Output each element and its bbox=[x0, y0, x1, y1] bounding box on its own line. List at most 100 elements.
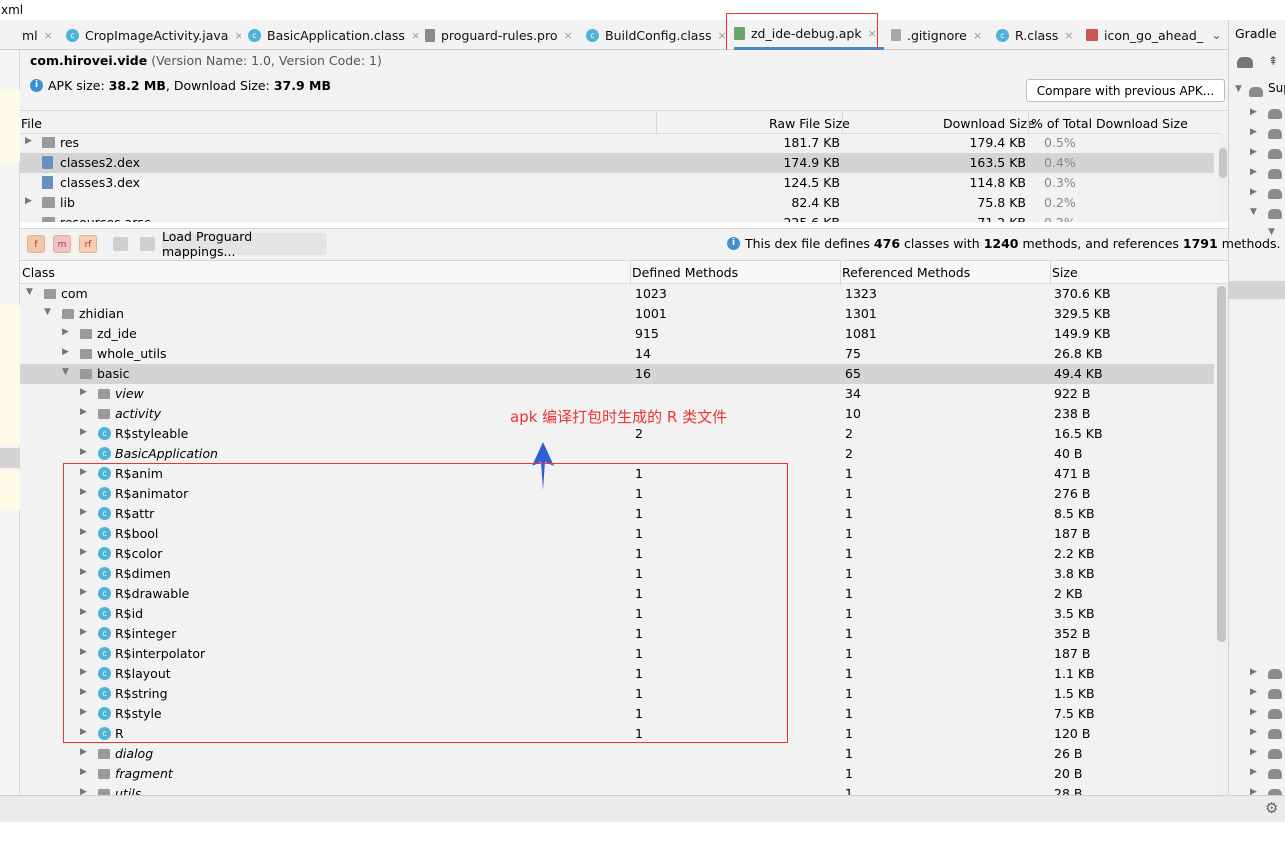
tab-gitignore[interactable]: .gitignore × bbox=[891, 20, 991, 50]
version-info: (Version Name: 1.0, Version Code: 1) bbox=[151, 53, 382, 68]
expand-arrow-icon[interactable]: ▶ bbox=[1250, 707, 1257, 717]
expand-arrow-icon[interactable]: ▶ bbox=[1250, 767, 1257, 777]
file-table-scroll-thumb[interactable] bbox=[1219, 148, 1227, 178]
close-icon[interactable]: × bbox=[44, 29, 53, 42]
expand-arrow-icon[interactable]: ▶ bbox=[62, 327, 69, 337]
expand-arrow-icon[interactable]: ▶ bbox=[80, 747, 87, 757]
collapse-arrow-icon[interactable]: ▼ bbox=[1235, 84, 1242, 94]
class-size: 922 B bbox=[1054, 386, 1091, 401]
file-row[interactable]: ▶ res 181.7 KB 179.4 KB 0.5% bbox=[20, 133, 1214, 153]
class-row[interactable]: ▶ zd_ide 915 1081 149.9 KB bbox=[20, 324, 1214, 344]
tab-r-class[interactable]: c R.class × bbox=[996, 20, 1081, 50]
class-row[interactable]: ▼ zhidian 1001 1301 329.5 KB bbox=[20, 304, 1214, 324]
close-icon[interactable]: × bbox=[1064, 29, 1073, 42]
file-row[interactable]: classes2.dex 174.9 KB 163.5 KB 0.4% bbox=[20, 153, 1214, 173]
column-header-size[interactable]: Size bbox=[1052, 265, 1078, 280]
expand-arrow-icon[interactable]: ▶ bbox=[1250, 187, 1257, 197]
class-row[interactable]: ▼ basic 16 65 49.4 KB bbox=[20, 364, 1214, 384]
close-icon[interactable]: × bbox=[564, 29, 573, 42]
gradle-panel-title[interactable]: Gradle bbox=[1235, 26, 1277, 41]
collapse-arrow-icon[interactable]: ▼ bbox=[62, 367, 69, 377]
gradle-collapse-icon[interactable]: ⇞ bbox=[1268, 54, 1278, 68]
tab-buildconfig-class[interactable]: c BuildConfig.class × bbox=[586, 20, 726, 50]
column-header-raw-size[interactable]: Raw File Size bbox=[769, 116, 850, 131]
file-row[interactable]: resources.arsc 225.6 KB 71.2 KB 0.2% bbox=[20, 213, 1214, 222]
column-header-referenced-methods[interactable]: Referenced Methods bbox=[842, 265, 970, 280]
class-name: utils bbox=[115, 786, 142, 795]
expand-arrow-icon[interactable]: ▶ bbox=[1250, 727, 1257, 737]
class-ref: 1 bbox=[845, 726, 853, 741]
column-header-percent[interactable]: % of Total Download Size bbox=[1031, 116, 1188, 131]
gear-icon[interactable]: ⚙ bbox=[1265, 799, 1278, 817]
class-row[interactable]: ▶ c BasicApplication 2 40 B bbox=[20, 444, 1214, 464]
class-row[interactable]: ▼ com 1023 1323 370.6 KB bbox=[20, 284, 1214, 304]
class-row[interactable]: ▶ dialog 1 26 B bbox=[20, 744, 1214, 764]
file-pct: 0.3% bbox=[1044, 175, 1076, 190]
tab-ml[interactable]: ml × bbox=[22, 20, 62, 50]
close-icon[interactable]: × bbox=[411, 29, 418, 42]
status-bar bbox=[0, 795, 1285, 822]
class-size: 471 B bbox=[1054, 466, 1091, 481]
class-ref: 1 bbox=[845, 466, 853, 481]
class-size: 2 KB bbox=[1054, 586, 1083, 601]
show-fields-button[interactable]: f bbox=[27, 235, 45, 253]
column-header-file[interactable]: File bbox=[21, 116, 42, 131]
class-row[interactable]: ▶ c R$styleable 2 2 16.5 KB bbox=[20, 424, 1214, 444]
dex-refs-suffix: methods. bbox=[1221, 236, 1281, 251]
collapse-arrow-icon[interactable]: ▼ bbox=[44, 307, 51, 317]
file-name: lib bbox=[60, 195, 75, 210]
column-header-download-size[interactable]: Download Size bbox=[943, 116, 1035, 131]
class-ref: 1 bbox=[845, 526, 853, 541]
expand-arrow-icon[interactable]: ▶ bbox=[80, 447, 87, 457]
expand-arrow-icon[interactable]: ▶ bbox=[1250, 107, 1257, 117]
gradle-toolbar-elephant-icon[interactable] bbox=[1237, 57, 1253, 68]
close-icon[interactable]: × bbox=[234, 29, 241, 42]
tab-proguard-rules-pro[interactable]: proguard-rules.pro × bbox=[425, 20, 580, 50]
expand-arrow-icon[interactable]: ▶ bbox=[1250, 747, 1257, 757]
expand-arrow-icon[interactable]: ▶ bbox=[1250, 127, 1257, 137]
column-header-class[interactable]: Class bbox=[22, 265, 55, 280]
class-size: 276 B bbox=[1054, 486, 1091, 501]
column-header-defined-methods[interactable]: Defined Methods bbox=[632, 265, 738, 280]
expand-arrow-icon[interactable]: ▶ bbox=[1250, 687, 1257, 697]
load-proguard-mappings-button[interactable]: Load Proguard mappings... bbox=[162, 229, 327, 259]
expand-arrow-icon[interactable]: ▶ bbox=[1250, 167, 1257, 177]
expand-arrow-icon[interactable]: ▶ bbox=[1250, 667, 1257, 677]
tab-cropimageactivity-java[interactable]: c CropImageActivity.java × bbox=[66, 20, 241, 50]
expand-arrow-icon[interactable]: ▶ bbox=[80, 787, 87, 795]
tree-structure-icon[interactable] bbox=[113, 237, 128, 251]
size-separator: , bbox=[165, 78, 170, 93]
expand-arrow-icon[interactable]: ▶ bbox=[62, 347, 69, 357]
expand-arrow-icon[interactable]: ▶ bbox=[80, 387, 87, 397]
expand-arrow-icon[interactable]: ▶ bbox=[25, 136, 32, 146]
package-view-icon[interactable] bbox=[140, 237, 155, 251]
show-referenced-button[interactable]: rf bbox=[79, 235, 97, 253]
close-icon[interactable]: × bbox=[973, 29, 982, 42]
class-def: 14 bbox=[635, 346, 651, 361]
show-methods-button[interactable]: m bbox=[53, 235, 71, 253]
expand-arrow-icon[interactable]: ▶ bbox=[80, 767, 87, 777]
collapse-arrow-icon[interactable]: ▼ bbox=[26, 287, 33, 297]
gradle-module-icon bbox=[1268, 709, 1282, 719]
class-row[interactable]: ▶ utils 1 28 B bbox=[20, 784, 1214, 795]
class-row[interactable]: ▶ whole_utils 14 75 26.8 KB bbox=[20, 344, 1214, 364]
expand-arrow-icon[interactable]: ▶ bbox=[25, 196, 32, 206]
tab-icon-go-ahead-b[interactable]: icon_go_ahead_b bbox=[1086, 20, 1204, 50]
close-icon[interactable]: × bbox=[718, 29, 727, 42]
expand-arrow-icon[interactable]: ▶ bbox=[1250, 147, 1257, 157]
file-download: 163.5 KB bbox=[969, 155, 1026, 170]
tab-overflow-chevron-icon[interactable]: ⌄ bbox=[1205, 20, 1228, 50]
class-row[interactable]: ▶ fragment 1 20 B bbox=[20, 764, 1214, 784]
expand-arrow-icon[interactable]: ▶ bbox=[80, 407, 87, 417]
class-table-scroll-thumb[interactable] bbox=[1217, 286, 1226, 642]
file-row[interactable]: classes3.dex 124.5 KB 114.8 KB 0.3% bbox=[20, 173, 1214, 193]
class-size: 329.5 KB bbox=[1054, 306, 1111, 321]
expand-arrow-icon[interactable]: ▶ bbox=[80, 427, 87, 437]
package-icon bbox=[98, 389, 110, 399]
compare-apk-button[interactable]: Compare with previous APK... bbox=[1026, 79, 1225, 102]
class-row[interactable]: ▶ view 34 922 B bbox=[20, 384, 1214, 404]
collapse-arrow-icon[interactable]: ▼ bbox=[1250, 207, 1257, 217]
class-ref: 1 bbox=[845, 766, 853, 781]
file-row[interactable]: ▶ lib 82.4 KB 75.8 KB 0.2% bbox=[20, 193, 1214, 213]
tab-basicapplication-class[interactable]: c BasicApplication.class × bbox=[248, 20, 418, 50]
